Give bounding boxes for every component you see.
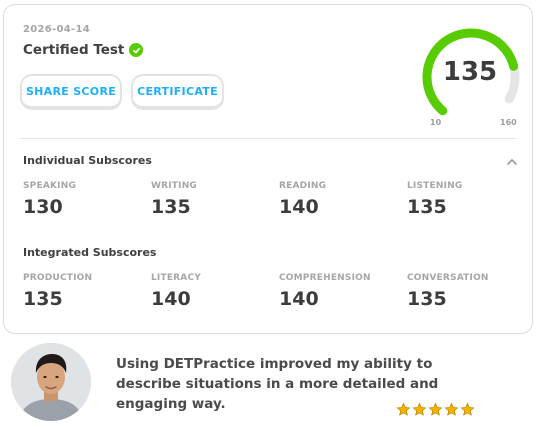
subscore-conversation: CONVERSATION 135 <box>407 273 527 310</box>
share-score-button[interactable]: SHARE SCORE <box>20 74 122 110</box>
subscore-label: PRODUCTION <box>23 273 93 283</box>
subscore-value: 130 <box>23 196 63 218</box>
subscore-label: CONVERSATION <box>407 273 489 283</box>
check-circle-icon <box>129 43 144 57</box>
subscore-label: READING <box>279 181 327 191</box>
overall-score: 135 <box>442 57 498 87</box>
subscore-literacy: LITERACY 140 <box>151 273 271 310</box>
subscore-production: PRODUCTION 135 <box>23 273 143 310</box>
subscore-listening: LISTENING 135 <box>407 181 527 218</box>
star-icon <box>412 402 427 416</box>
avatar <box>11 343 91 421</box>
subscore-reading: READING 140 <box>279 181 399 218</box>
individual-subscores-title: Individual Subscores <box>23 154 152 167</box>
star-icon <box>428 402 443 416</box>
subscore-label: LISTENING <box>407 181 463 191</box>
gauge-min-label: 10 <box>430 118 442 127</box>
integrated-subscores-title: Integrated Subscores <box>23 246 157 259</box>
chevron-up-icon[interactable] <box>506 156 518 168</box>
subscore-value: 135 <box>407 196 447 218</box>
subscore-label: SPEAKING <box>23 181 77 191</box>
subscore-value: 135 <box>151 196 191 218</box>
certified-header: Certified Test <box>23 42 144 58</box>
subscore-speaking: SPEAKING 130 <box>23 181 143 218</box>
subscore-value: 140 <box>279 288 319 310</box>
subscore-comprehension: COMPREHENSION 140 <box>279 273 399 310</box>
subscore-writing: WRITING 135 <box>151 181 271 218</box>
rating-stars <box>396 402 475 417</box>
gauge-max-label: 160 <box>500 118 517 127</box>
test-date: 2026-04-14 <box>23 24 90 35</box>
section-divider <box>20 138 516 139</box>
score-gauge: 135 10 160 <box>416 24 526 127</box>
star-icon <box>460 402 475 416</box>
certified-title: Certified Test <box>23 42 125 58</box>
star-icon <box>396 402 411 416</box>
score-card: 2026-04-14 Certified Test SHARE SCORE CE… <box>3 4 533 334</box>
star-icon <box>444 402 459 416</box>
subscore-value: 135 <box>23 288 63 310</box>
subscore-value: 140 <box>279 196 319 218</box>
subscore-label: WRITING <box>151 181 198 191</box>
subscore-label: COMPREHENSION <box>279 273 371 283</box>
subscore-value: 140 <box>151 288 191 310</box>
subscore-value: 135 <box>407 288 447 310</box>
subscore-label: LITERACY <box>151 273 201 283</box>
certificate-button[interactable]: CERTIFICATE <box>131 74 224 110</box>
